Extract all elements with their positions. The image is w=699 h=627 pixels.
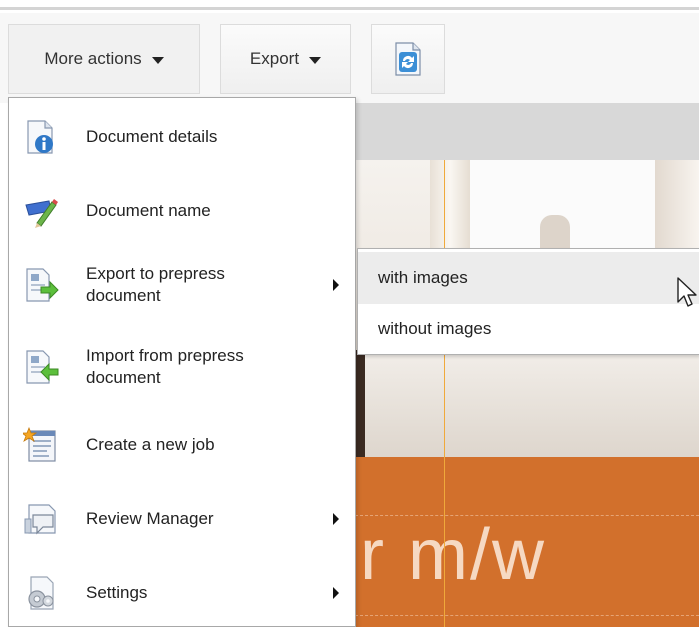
menu-item-create-job[interactable]: Create a new job — [9, 408, 355, 482]
export-prepress-icon — [26, 268, 59, 302]
chevron-down-icon — [151, 56, 164, 64]
menu-item-label: Review Manager — [86, 509, 214, 528]
review-manager-icon — [24, 504, 56, 535]
menu-item-import-prepress[interactable]: Import from prepress document — [9, 330, 355, 404]
more-actions-button[interactable]: More actions — [8, 24, 200, 94]
export-button[interactable]: Export — [220, 24, 351, 94]
submenu-item-without-images[interactable]: without images — [358, 303, 699, 355]
menu-item-label: Import from prepress document — [86, 346, 244, 387]
refresh-button[interactable] — [371, 24, 445, 94]
orange-text-frame: r m/w — [355, 457, 699, 627]
export-label: Export — [249, 49, 300, 68]
window-top-strip — [0, 0, 699, 10]
layout-guide-line — [444, 160, 445, 627]
submenu-arrow-icon — [333, 279, 339, 291]
submenu-item-label: with images — [378, 268, 468, 287]
menu-item-settings[interactable]: Settings — [9, 556, 355, 627]
menu-item-export-prepress[interactable]: Export to prepress document — [9, 248, 355, 322]
menu-item-label: Create a new job — [86, 435, 215, 454]
canvas-headline-text: r m/w — [360, 515, 546, 595]
menu-item-document-details[interactable]: Document details — [9, 100, 355, 174]
submenu-item-with-images[interactable]: with images — [358, 252, 699, 304]
menu-item-document-name[interactable]: Document name — [9, 174, 355, 248]
new-job-icon — [23, 427, 56, 462]
more-actions-menu: Document details Document name Export to… — [8, 97, 356, 627]
more-actions-label: More actions — [44, 49, 142, 68]
refresh-document-icon — [395, 42, 421, 76]
submenu-arrow-icon — [333, 587, 339, 599]
chevron-down-icon — [309, 56, 322, 64]
menu-item-label: Document details — [86, 127, 218, 146]
canvas-header-band — [355, 103, 699, 160]
import-prepress-icon — [26, 350, 59, 384]
submenu-item-label: without images — [378, 319, 492, 338]
submenu-arrow-icon — [333, 513, 339, 525]
menu-item-label: Export to prepress document — [86, 264, 225, 305]
mouse-pointer-icon — [677, 277, 697, 307]
document-info-icon — [27, 120, 53, 154]
rename-pencil-icon — [25, 199, 58, 228]
menu-item-label: Document name — [86, 201, 211, 220]
export-prepress-submenu: with images without images — [357, 248, 699, 355]
menu-item-review-manager[interactable]: Review Manager — [9, 482, 355, 556]
toolbar: More actions Export — [0, 13, 699, 103]
settings-gear-icon — [28, 576, 54, 610]
menu-item-label: Settings — [86, 583, 148, 602]
